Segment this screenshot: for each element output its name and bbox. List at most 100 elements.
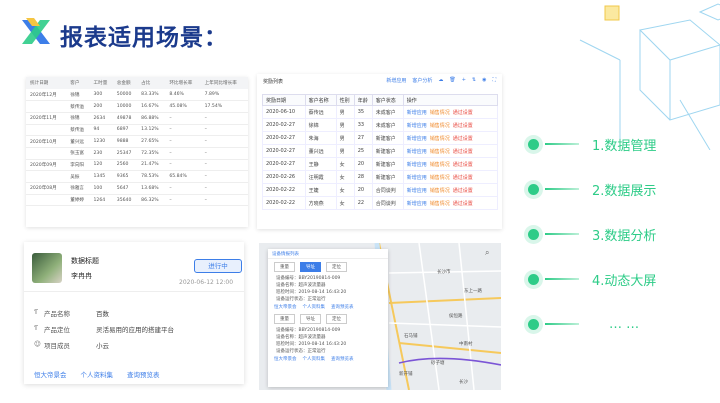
map-view[interactable]: 长沙市 东上一路 中南村 砂子塘 侯恒路 石马铺 新开铺 长沙 ⌕ 设备情报列表… bbox=[259, 243, 501, 390]
person-icon: ☺ bbox=[34, 340, 41, 348]
action-add-app[interactable]: 新增应用 bbox=[407, 110, 427, 116]
table-cell: 35 bbox=[353, 105, 373, 119]
divider bbox=[24, 291, 244, 292]
table-cell: – bbox=[200, 147, 248, 160]
fullscreen-icon[interactable]: ⛶ bbox=[492, 77, 496, 84]
table-cell: 1230 bbox=[89, 135, 113, 148]
device-panel: 设备情报列表 重量 导址 定位 设备编号：BBY20190814-009 设备名… bbox=[268, 249, 388, 387]
link-profile[interactable]: 个人资料集 bbox=[303, 304, 326, 310]
menu-item-dashboard[interactable]: 4.动态大屏 bbox=[528, 269, 708, 289]
table-cell: 25 bbox=[353, 144, 373, 158]
table-cell: 50000 bbox=[112, 89, 138, 102]
text-icon: Ƭ bbox=[34, 324, 38, 332]
device-id: 设备编号：BBY20190814-009 bbox=[276, 276, 341, 281]
menu-item-data-display[interactable]: 2.数据展示 bbox=[528, 179, 708, 199]
action-sales[interactable]: 销售情况 bbox=[430, 188, 450, 194]
action-sales[interactable]: 销售情况 bbox=[430, 123, 450, 129]
action-sales[interactable]: 销售情况 bbox=[430, 162, 450, 168]
table-cell: 2020-02-27 bbox=[262, 157, 306, 171]
device-name: 设备名称：超声波流量器 bbox=[276, 335, 326, 340]
sort-icon[interactable]: ⇅ bbox=[472, 77, 476, 84]
link-evergrande[interactable]: 恒大帝景会 bbox=[274, 356, 297, 362]
action-add-app[interactable]: 新增应用 bbox=[407, 188, 427, 194]
action-pass[interactable]: 通过设置 bbox=[453, 188, 473, 194]
tab-locate[interactable]: 定位 bbox=[326, 314, 347, 324]
menu-item-more[interactable]: … … bbox=[528, 314, 708, 334]
table-cell: 徐锦 bbox=[66, 112, 90, 125]
stats-table-panel: 统计日期 客户 工时量 总金额 占比 环比增长率 上年同比增长率 2020年12月 徐锦 300… bbox=[26, 77, 248, 227]
tab-weight[interactable]: 重量 bbox=[274, 314, 295, 324]
row-actions: 新增应用 销售情况 通过设置 bbox=[402, 157, 499, 171]
action-pass[interactable]: 通过设置 bbox=[453, 162, 473, 168]
tab-locate[interactable]: 定位 bbox=[326, 262, 347, 272]
link-preview[interactable]: 查询预览表 bbox=[331, 304, 354, 310]
table-cell: 100 bbox=[89, 182, 113, 195]
table-row: 2020-02-22 方晓燕女 22 合同谈判 新增应用 销售情况 通过设置 bbox=[262, 196, 499, 210]
action-pass[interactable]: 通过设置 bbox=[453, 201, 473, 207]
page-title: 报表适用场景： bbox=[60, 25, 228, 51]
action-sales[interactable]: 销售情况 bbox=[430, 136, 450, 142]
action-sales[interactable]: 销售情况 bbox=[430, 110, 450, 116]
eye-icon[interactable]: ◉ bbox=[482, 77, 486, 84]
table-cell: 男 bbox=[335, 118, 355, 132]
link-evergrande[interactable]: 恒大帝景会 bbox=[34, 369, 67, 379]
customer-analysis-button[interactable]: 客户分析 bbox=[412, 77, 432, 84]
reward-list-title: 奖励列表 bbox=[263, 79, 284, 85]
row-actions: 新增应用 销售情况 通过设置 bbox=[402, 118, 499, 132]
row-actions: 新增应用 销售情况 通过设置 bbox=[402, 144, 499, 158]
table-cell: 17.54% bbox=[200, 100, 248, 113]
add-app-button[interactable]: 新增应用 bbox=[386, 77, 406, 84]
table-row: 2020年10月 董兴远 1230 9888 27.65% – – bbox=[26, 135, 248, 148]
connector-line bbox=[545, 233, 579, 235]
column-header: 环比增长率 bbox=[165, 77, 201, 89]
column-header: 统计日期 bbox=[26, 77, 67, 89]
link-profile[interactable]: 个人资料集 bbox=[81, 369, 114, 379]
table-cell: 女 bbox=[335, 157, 355, 171]
link-preview[interactable]: 查询预览表 bbox=[331, 356, 354, 362]
link-preview[interactable]: 查询预览表 bbox=[127, 369, 160, 379]
cube-decoration bbox=[579, 3, 720, 150]
action-add-app[interactable]: 新增应用 bbox=[407, 175, 427, 181]
column-header: 上年同比增长率 bbox=[200, 77, 248, 89]
action-sales[interactable]: 销售情况 bbox=[430, 201, 450, 207]
table-cell: 1345 bbox=[89, 170, 113, 183]
table-cell: 2020-06-10 bbox=[262, 105, 306, 119]
link-evergrande[interactable]: 恒大帝景会 bbox=[274, 304, 297, 310]
table-cell bbox=[26, 147, 67, 160]
delete-icon[interactable]: 🗑 bbox=[449, 77, 455, 84]
action-add-app[interactable]: 新增应用 bbox=[407, 149, 427, 155]
add-icon[interactable]: + bbox=[462, 77, 466, 84]
menu-item-data-management[interactable]: 1.数据管理 bbox=[528, 134, 708, 154]
action-pass[interactable]: 通过设置 bbox=[453, 110, 473, 116]
table-cell: 张玉富 bbox=[66, 147, 90, 160]
table-cell: – bbox=[200, 182, 248, 195]
action-sales[interactable]: 销售情况 bbox=[430, 149, 450, 155]
action-pass[interactable]: 通过设置 bbox=[453, 136, 473, 142]
action-add-app[interactable]: 新增应用 bbox=[407, 162, 427, 168]
action-pass[interactable]: 通过设置 bbox=[453, 123, 473, 129]
tab-weight[interactable]: 重量 bbox=[274, 262, 295, 272]
table-cell: 2020年11月 bbox=[26, 112, 67, 125]
table-cell: – bbox=[165, 182, 201, 195]
action-add-app[interactable]: 新增应用 bbox=[407, 201, 427, 207]
table-row: 2020-02-27 朱海男 27 新建客户 新增应用 销售情况 通过设置 bbox=[262, 131, 499, 145]
search-icon[interactable]: ⌕ bbox=[485, 248, 489, 258]
tab-address[interactable]: 导址 bbox=[300, 262, 321, 272]
table-cell: 董婷婷 bbox=[66, 194, 90, 207]
action-pass[interactable]: 通过设置 bbox=[453, 175, 473, 181]
table-cell bbox=[26, 170, 67, 183]
project-card: 数据标题 李冉冉 进行中 2020-06-12 12:00 Ƭ 产品名称 百数 … bbox=[24, 242, 244, 384]
tab-address[interactable]: 导址 bbox=[300, 314, 321, 324]
link-profile[interactable]: 个人资料集 bbox=[303, 356, 326, 362]
table-cell: 女 bbox=[335, 183, 355, 197]
menu-item-data-analysis[interactable]: 3.数据分析 bbox=[528, 224, 708, 244]
table-cell: 94 bbox=[89, 124, 113, 137]
action-add-app[interactable]: 新增应用 bbox=[407, 123, 427, 129]
action-sales[interactable]: 销售情况 bbox=[430, 175, 450, 181]
table-cell: 2020-02-27 bbox=[262, 118, 306, 132]
action-add-app[interactable]: 新增应用 bbox=[407, 136, 427, 142]
cloud-icon[interactable]: ☁ bbox=[438, 77, 443, 84]
table-row: 2020-02-27 徐锦男 33 未成客户 新增应用 销售情况 通过设置 bbox=[262, 118, 499, 132]
table-cell: 新建客户 bbox=[371, 144, 404, 158]
action-pass[interactable]: 通过设置 bbox=[453, 149, 473, 155]
